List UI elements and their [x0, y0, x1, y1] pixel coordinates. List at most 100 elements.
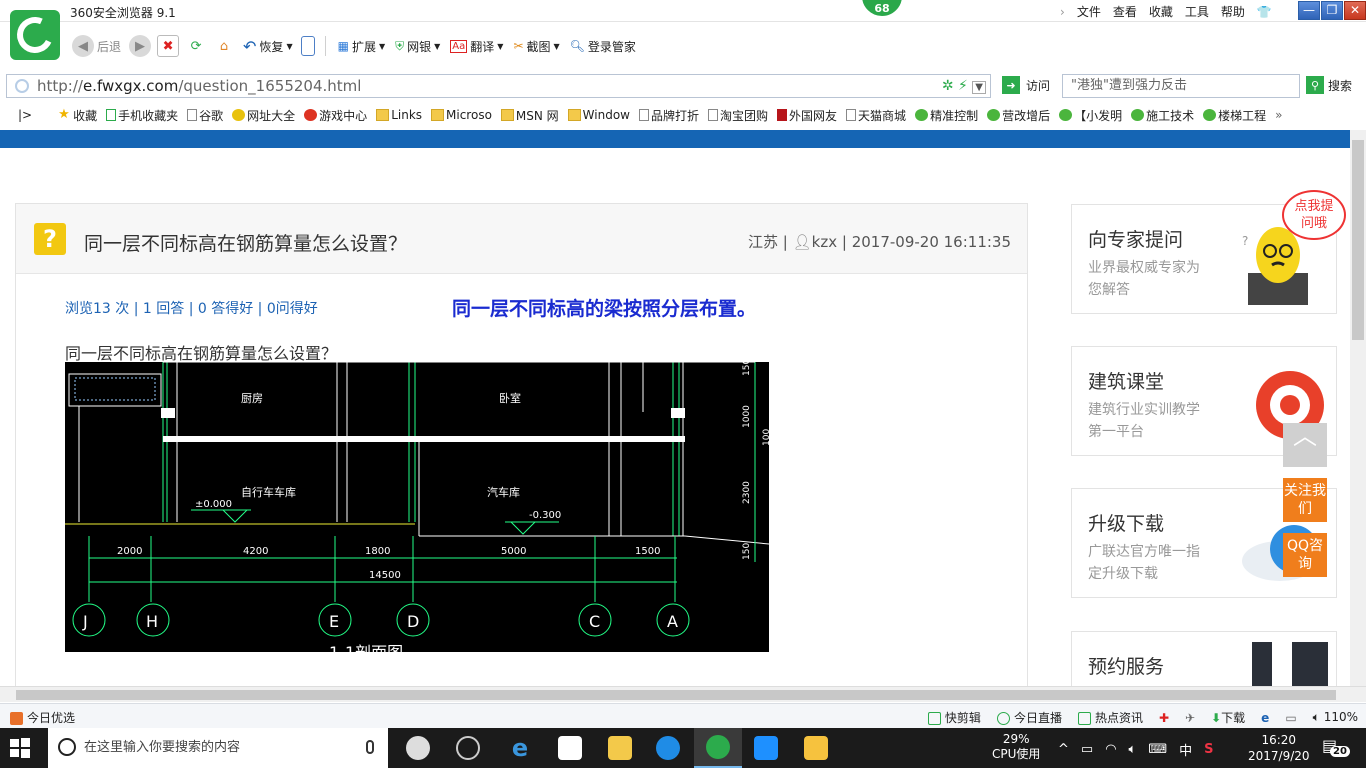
ask-bubble[interactable]: 点我提问哦 [1282, 190, 1346, 240]
vertical-scrollbar-thumb[interactable] [1352, 140, 1364, 340]
ime-indicator[interactable]: 中 [1179, 740, 1192, 759]
address-bar[interactable]: http://e.fwxgx.com/question_1655204.html… [6, 74, 991, 98]
speed-badge[interactable]: 68 [860, 0, 904, 18]
volume-icon[interactable]: 🔈︎ [1129, 742, 1137, 757]
bookmark-item[interactable]: 天猫商城 [846, 107, 906, 124]
taskbar-app-notes[interactable] [792, 728, 840, 768]
skin-icon[interactable]: 👕 [1257, 5, 1272, 19]
restore-button[interactable]: ↶ 恢复 ▼ [241, 37, 295, 56]
bookmark-item[interactable]: MSN 网 [500, 107, 559, 124]
bookmark-item[interactable]: 营改增后 [987, 107, 1050, 124]
bookmark-item[interactable]: 楼梯工程 [1203, 107, 1266, 124]
refresh-icon[interactable]: ⟳ [185, 35, 207, 57]
search-input[interactable]: "港独"遭到强力反击 [1062, 74, 1300, 98]
bookmark-item[interactable]: 游戏中心 [304, 107, 367, 124]
maximize-button[interactable]: ❐ [1321, 1, 1343, 20]
ie-icon[interactable]: e [1261, 711, 1269, 725]
extend-button[interactable]: ▦ 扩展 ▼ [336, 38, 388, 55]
horizontal-scrollbar[interactable] [0, 686, 1366, 702]
bookmark-item[interactable]: 手机收藏夹 [106, 107, 178, 124]
download-button[interactable]: ⬇下载 [1211, 709, 1245, 726]
microphone-icon[interactable] [366, 740, 374, 754]
keyboard-icon[interactable]: ⌨ [1148, 742, 1167, 757]
bookmark-item[interactable]: ★ 收藏 [58, 107, 97, 124]
bookmark-item[interactable]: 淘宝团购 [708, 107, 768, 124]
sogou-icon[interactable]: S [1204, 742, 1213, 757]
question-header: ? 同一层不同标高在钢筋算量怎么设置？ 江苏 | 👤︎kzx | 2017-09… [16, 204, 1027, 274]
search-button[interactable]: ⚲ 搜索 [1306, 76, 1352, 94]
booking-service-card[interactable]: 预约服务 [1071, 631, 1337, 688]
taskbar-app-cross[interactable] [742, 728, 790, 768]
bank-button[interactable]: ⛨ 网银 ▼ [393, 38, 442, 55]
wifi-icon[interactable]: ◠ [1105, 742, 1116, 757]
cad-elev-0: ±0.000 [195, 499, 232, 510]
menu-favorites[interactable]: 收藏 [1149, 3, 1173, 20]
news-button[interactable]: 热点资讯 [1077, 709, 1143, 726]
back-button[interactable]: ◀ 后退 [70, 35, 123, 57]
menu-chevron-icon[interactable]: › [1060, 5, 1065, 19]
browser-logo-icon [10, 10, 60, 60]
home-icon[interactable]: ⌂ [213, 35, 235, 57]
taskbar-app-swirl[interactable] [444, 728, 492, 768]
taskbar-app-explorer[interactable] [596, 728, 644, 768]
login-manager-button[interactable]: 🔍︎ 登录管家 [568, 38, 638, 55]
taskbar-app-taskview[interactable] [394, 728, 442, 768]
qq-consult-button[interactable]: QQ咨询 [1283, 533, 1327, 577]
battery-icon[interactable]: ▭ [1081, 742, 1093, 757]
live-button[interactable]: 今日直播 [996, 709, 1062, 726]
bookmark-item[interactable]: 品牌打折 [639, 107, 699, 124]
stop-icon[interactable]: ✖ [157, 35, 180, 57]
news-icon [1077, 712, 1091, 725]
clock[interactable]: 16:20 2017/9/20 [1248, 732, 1310, 764]
zoom-button[interactable]: 🔈︎ 110% [1313, 710, 1358, 725]
today-picks-button[interactable]: 今日优选 [10, 709, 75, 726]
bookmark-item[interactable]: 精准控制 [915, 107, 978, 124]
booking-service-title: 预约服务 [1088, 656, 1165, 678]
bookmark-item[interactable]: 外国网友 [777, 107, 837, 124]
bookmark-item[interactable]: 谷歌 [187, 107, 223, 124]
menu-help[interactable]: 帮助 [1221, 3, 1245, 20]
horizontal-scrollbar-thumb[interactable] [16, 690, 1336, 700]
scissors-icon: ✂ [513, 39, 524, 53]
menu-file[interactable]: 文件 [1077, 3, 1101, 20]
bookmark-item[interactable]: Links [376, 108, 422, 122]
bookmark-item[interactable]: 网址大全 [232, 107, 295, 124]
vertical-scrollbar[interactable] [1350, 130, 1366, 686]
more-bookmarks-icon[interactable]: » [1275, 108, 1282, 122]
user-link[interactable]: kzx [812, 233, 837, 251]
bookmark-item[interactable]: Microso [431, 108, 492, 122]
forward-button[interactable]: ▶ [129, 35, 152, 57]
visit-button[interactable]: ➜ 访问 [1002, 76, 1050, 94]
lightning-icon[interactable]: ✲ ⚡ ▼ [942, 75, 986, 99]
phone-icon [106, 109, 117, 121]
close-button[interactable]: ✕ [1344, 1, 1366, 20]
pin-icon[interactable]: ✈ [1185, 711, 1195, 725]
bookmark-item[interactable]: 施工技术 [1131, 107, 1194, 124]
question-body: 同一层不同标高在钢筋算量怎么设置？ [65, 344, 338, 363]
building-class-title: 建筑课堂 [1088, 371, 1165, 393]
screenshot-button[interactable]: ✂ 截图 ▼ [511, 38, 561, 55]
sidebar-toggle-icon[interactable]: |> [18, 108, 32, 122]
windows-start-icon[interactable] [8, 736, 32, 760]
cad-dim: 5000 [501, 546, 526, 557]
notification-center-icon[interactable]: ▤ 20 [1322, 736, 1350, 758]
taskbar-search-input[interactable]: 在这里输入你要搜索的内容 [48, 728, 388, 768]
phone-icon[interactable] [300, 36, 315, 56]
translate-button[interactable]: Aa 翻译 ▼ [448, 38, 505, 55]
bookmark-item[interactable]: 【小发明 [1059, 107, 1122, 124]
tray-up-icon[interactable]: ^ [1058, 742, 1069, 757]
taskbar-app-g[interactable] [644, 728, 692, 768]
minimize-button[interactable]: — [1298, 1, 1320, 20]
taskbar-app-360browser[interactable] [694, 728, 742, 768]
taskbar-app-store[interactable] [546, 728, 594, 768]
back-to-top-button[interactable]: ︿ [1283, 423, 1327, 467]
window-icon[interactable]: ▭ [1285, 711, 1296, 725]
bookmark-item[interactable]: Window [567, 108, 630, 122]
menu-tools[interactable]: 工具 [1185, 3, 1209, 20]
cad-axis-label: A [667, 612, 678, 631]
quick-clip-button[interactable]: 快剪辑 [927, 709, 981, 726]
taskbar-app-edge[interactable]: e [496, 728, 544, 768]
menu-view[interactable]: 查看 [1113, 3, 1137, 20]
follow-us-button[interactable]: 关注我们 [1283, 478, 1327, 522]
medical-icon[interactable]: ✚ [1159, 711, 1169, 725]
